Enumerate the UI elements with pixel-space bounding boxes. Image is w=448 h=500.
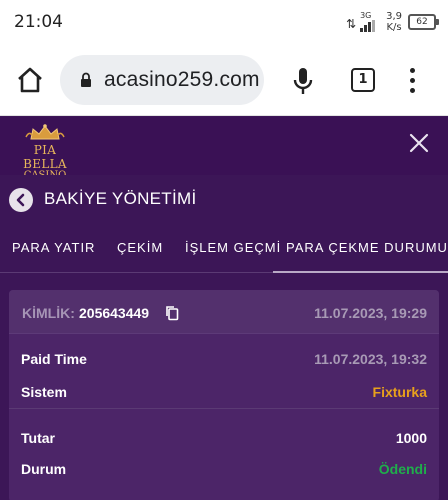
voice-search-button[interactable] [290,66,316,96]
address-bar[interactable]: acasino259.com [60,55,264,105]
network-type: 3G [360,11,372,20]
panel-title: BAKİYE YÖNETİMİ [44,189,197,208]
paid-time-label: Paid Time [21,351,87,367]
row-divider [9,408,439,409]
system-label: Sistem [21,384,67,400]
home-icon [18,67,42,93]
site-header: PIA BELLA CASINO [0,117,448,181]
paid-time-value: 11.07.2023, 19:32 [314,351,427,367]
network-speed: 3,9 K/s [386,11,402,33]
amount-value: 1000 [395,430,427,446]
tab-transaction-history[interactable]: İŞLEM GEÇMİ [185,240,281,255]
close-icon [409,133,429,153]
home-button[interactable] [16,66,44,94]
close-button[interactable] [408,132,430,154]
battery-icon: 62 [408,14,439,30]
withdrawal-card-header: KİMLİK: 205643449 11.07.2023, 19:29 [9,290,439,334]
status-value: Ödendi [378,461,427,477]
tab-switcher-button[interactable]: 1 [351,68,375,92]
tab-deposit[interactable]: PARA YATIR [12,240,95,255]
tab-withdraw[interactable]: ÇEKİM [117,240,163,255]
crown-logo-icon [25,124,65,140]
copy-icon[interactable] [165,305,179,321]
withdrawal-created-date: 11.07.2023, 19:29 [314,305,427,321]
active-tab-indicator [273,271,448,273]
amount-label: Tutar [21,430,55,446]
withdrawal-card: KİMLİK: 205643449 11.07.2023, 19:29 Paid… [9,290,439,500]
status-label: Durum [21,461,67,477]
chevron-left-icon [16,193,25,207]
url-text: acasino259.com [104,68,260,91]
browser-menu-button[interactable] [404,66,422,94]
signal-icon: ⇅ 3G [346,11,380,33]
status-time: 21:04 [14,12,63,32]
lock-icon [81,72,91,87]
site-logo[interactable]: PIA BELLA CASINO [10,123,80,181]
panel-header: BAKİYE YÖNETİMİ [0,175,448,227]
logo-brand: PIA BELLA [23,143,67,171]
back-button[interactable] [9,188,33,212]
system-value: Fixturka [372,384,427,400]
network-speed-unit: K/s [386,22,402,33]
browser-toolbar: acasino259.com 1 [0,44,448,116]
status-icons: ⇅ 3G 3,9 K/s 62 [346,8,439,36]
battery-level: 62 [416,17,428,27]
tab-bar: PARA YATIR ÇEKİM İŞLEM GEÇMİ PARA ÇEKME … [0,227,448,273]
status-bar: 21:04 ⇅ 3G 3,9 K/s 62 [0,0,448,44]
data-transfer-icon: ⇅ [346,17,357,31]
network-speed-value: 3,9 [386,11,402,22]
withdrawal-id-value: 205643449 [79,305,150,321]
microphone-icon [293,68,313,94]
withdrawal-id-label: KİMLİK: [22,305,75,321]
tab-withdrawal-status[interactable]: PARA ÇEKME DURUMU [286,240,448,255]
